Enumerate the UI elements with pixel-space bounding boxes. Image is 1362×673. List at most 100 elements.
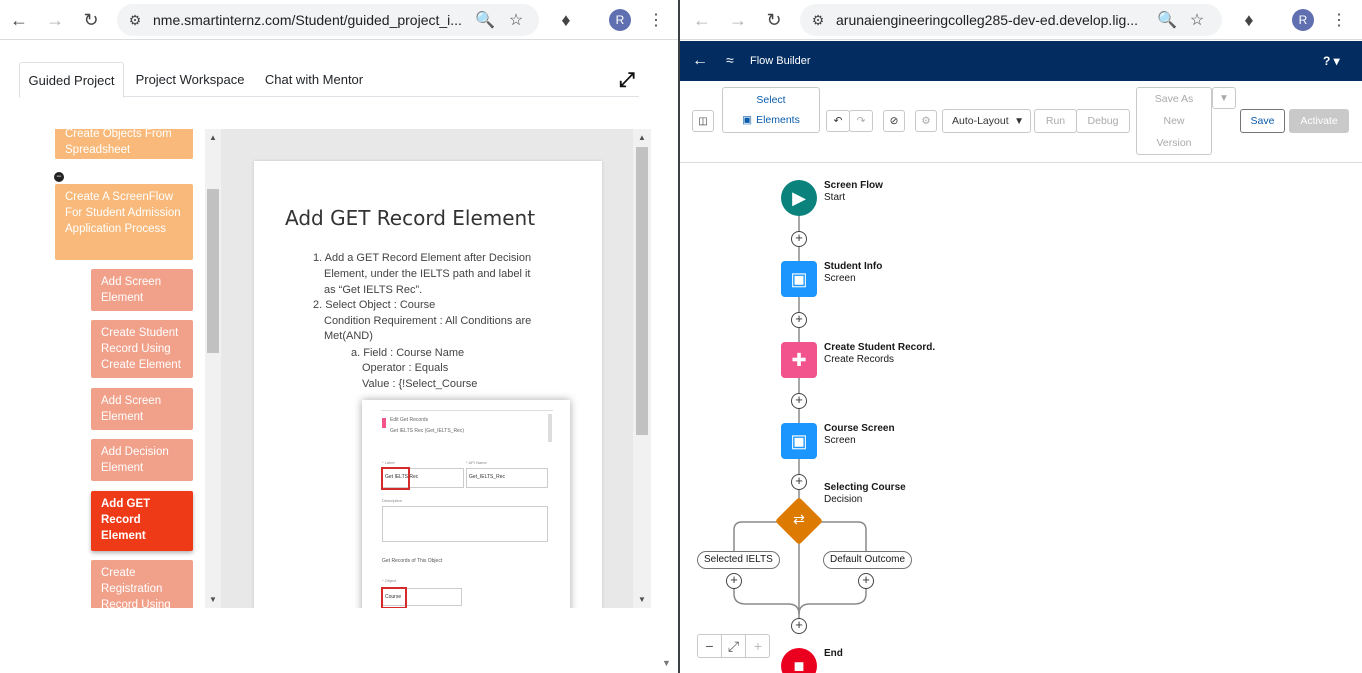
shot-api-field: Get_IELTS_Rec: [466, 468, 548, 488]
settings-icon[interactable]: ⚙: [915, 110, 937, 132]
layout-value: Auto-Layout: [952, 115, 1009, 127]
create-records-node[interactable]: ✚: [781, 342, 817, 378]
start-node[interactable]: ▶: [781, 180, 817, 216]
select-icon: ▣: [742, 114, 753, 126]
extensions-icon[interactable]: ♦: [1235, 6, 1263, 34]
elements-label: Elements: [756, 114, 800, 126]
zoom-out-button[interactable]: −: [698, 635, 722, 657]
instruction-line: Value : {!Select_Course: [362, 378, 478, 390]
clear-button[interactable]: ⊘: [883, 110, 905, 132]
step-item[interactable]: Create Student Record Using Create Eleme…: [91, 320, 193, 378]
debug-button[interactable]: Debug: [1076, 109, 1130, 133]
add-element-button[interactable]: +: [726, 573, 742, 589]
bookmark-star-icon[interactable]: ☆: [1186, 9, 1208, 31]
flow-canvas[interactable]: ▶ Screen Flow Start + ▣ Student Info Scree…: [680, 164, 1362, 673]
scroll-up-icon[interactable]: ▲: [208, 133, 218, 143]
forward-icon[interactable]: →: [41, 6, 69, 34]
scroll-down-icon[interactable]: ▼: [637, 595, 647, 605]
zoom-in-button[interactable]: +: [746, 635, 770, 657]
add-element-button[interactable]: +: [791, 618, 807, 634]
add-element-button[interactable]: +: [791, 312, 807, 328]
document-viewer: Add GET Record Element 1. Add a GET Reco…: [221, 129, 651, 608]
activate-button[interactable]: Activate: [1289, 109, 1349, 133]
record-icon: [382, 418, 386, 428]
step-item[interactable]: Create Registration Record Using: [91, 560, 193, 608]
browser-toolbar: ← → ↻ ⚙ nme.smartinternz.com/Student/gui…: [0, 0, 678, 40]
screen-node-label: Student Info Screen: [824, 261, 883, 284]
add-element-button[interactable]: +: [791, 231, 807, 247]
outcome-default[interactable]: Default Outcome: [823, 551, 913, 569]
add-element-button[interactable]: +: [858, 573, 874, 589]
reload-icon[interactable]: ↻: [760, 6, 788, 34]
add-element-button[interactable]: +: [791, 474, 807, 490]
shot-object-caption: * Object: [382, 578, 397, 583]
undo-button[interactable]: ↶: [826, 110, 850, 132]
profile-avatar[interactable]: R: [1292, 9, 1314, 31]
connector-lines: [733, 199, 867, 624]
shot-label-caption: * Label: [382, 460, 395, 465]
tab-guided-project[interactable]: Guided Project: [19, 62, 124, 98]
tab-project-workspace[interactable]: Project Workspace: [129, 62, 251, 97]
step-item[interactable]: Add Screen Element: [91, 388, 193, 430]
left-browser-window: ← → ↻ ⚙ nme.smartinternz.com/Student/gui…: [0, 0, 678, 673]
address-bar[interactable]: ⚙ arunaiengineeringcolleg285-dev-ed.deve…: [800, 4, 1222, 36]
document-scrollbar[interactable]: ▲ ▼: [633, 129, 651, 608]
back-icon[interactable]: ←: [688, 6, 716, 34]
menu-kebab-icon[interactable]: ⋮: [642, 6, 670, 34]
back-icon[interactable]: ←: [5, 6, 33, 34]
flow-builder-header: ← ≈ Flow Builder ? ▾: [680, 41, 1362, 81]
reload-icon[interactable]: ↻: [77, 6, 105, 34]
collapse-icon[interactable]: −: [54, 172, 64, 182]
save-button[interactable]: Save: [1240, 109, 1285, 133]
layout-select[interactable]: Auto-Layout ▼: [942, 109, 1031, 133]
scroll-down-icon[interactable]: ▼: [208, 595, 218, 605]
step-item[interactable]: Add Screen Element: [91, 269, 193, 311]
extensions-icon[interactable]: ♦: [552, 6, 580, 34]
zoom-controls: − ⤢ +: [697, 634, 770, 658]
decision-icon: ⇄: [793, 511, 805, 527]
menu-kebab-icon[interactable]: ⋮: [1325, 6, 1353, 34]
select-elements-button[interactable]: Select ▣ Elements: [722, 87, 820, 133]
run-button[interactable]: Run: [1034, 109, 1077, 133]
screen-node[interactable]: ▣: [781, 261, 817, 297]
profile-avatar[interactable]: R: [609, 9, 631, 31]
screen-icon: ▣: [790, 430, 808, 451]
app-title: Flow Builder: [750, 55, 811, 67]
save-as-new-version-button[interactable]: Save As New Version: [1136, 87, 1212, 155]
help-menu[interactable]: ? ▾: [1323, 54, 1340, 68]
scroll-up-icon[interactable]: ▲: [637, 133, 647, 143]
minimize-icon[interactable]: ⤢: [615, 68, 639, 92]
scrollbar-thumb[interactable]: [636, 147, 648, 435]
site-info-icon[interactable]: ⚙: [125, 10, 145, 30]
step-list-scrollbar[interactable]: ▲ ▼: [205, 129, 221, 608]
redo-button[interactable]: ↷: [849, 110, 873, 132]
guided-tabs: Guided Project Project Workspace Chat wi…: [19, 62, 639, 98]
tab-chat-with-mentor[interactable]: Chat with Mentor: [259, 62, 369, 97]
scrollbar-thumb[interactable]: [207, 189, 219, 353]
step-item[interactable]: Add Decision Element: [91, 439, 193, 481]
save-dropdown-chevron-icon[interactable]: ▼: [1212, 87, 1236, 109]
step-item-active[interactable]: Add GET Record Element: [91, 491, 193, 551]
clipboard-plus-icon: ✚: [791, 349, 807, 370]
address-bar[interactable]: ⚙ nme.smartinternz.com/Student/guided_pr…: [117, 4, 539, 36]
screen-node[interactable]: ▣: [781, 423, 817, 459]
end-node-label: End: [824, 648, 843, 659]
shot-subheader: Get IELTS Rec (Get_IELTS_Rec): [390, 428, 465, 434]
instruction-line: 2. Select Object : Course: [313, 299, 436, 311]
step-item[interactable]: Create Objects From Spreadsheet: [55, 129, 193, 159]
url-text[interactable]: nme.smartinternz.com/Student/guided_proj…: [153, 12, 468, 28]
url-text[interactable]: arunaiengineeringcolleg285-dev-ed.develo…: [836, 12, 1148, 28]
toggle-panel-button[interactable]: ◫: [692, 110, 714, 132]
add-element-button[interactable]: +: [791, 393, 807, 409]
site-info-icon[interactable]: ⚙: [808, 10, 828, 30]
fit-view-button[interactable]: ⤢: [722, 635, 746, 657]
step-item[interactable]: Create A ScreenFlow For Student Admissio…: [55, 184, 193, 260]
zoom-icon[interactable]: 🔍: [1156, 9, 1178, 31]
zoom-icon[interactable]: 🔍: [474, 9, 496, 31]
forward-icon[interactable]: →: [724, 6, 752, 34]
bookmark-star-icon[interactable]: ☆: [505, 9, 527, 31]
version-label: Version: [1156, 137, 1192, 149]
resize-icon[interactable]: ▼: [662, 658, 676, 673]
back-arrow-icon[interactable]: ←: [690, 51, 710, 71]
outcome-selected-ielts[interactable]: Selected IELTS: [697, 551, 780, 569]
